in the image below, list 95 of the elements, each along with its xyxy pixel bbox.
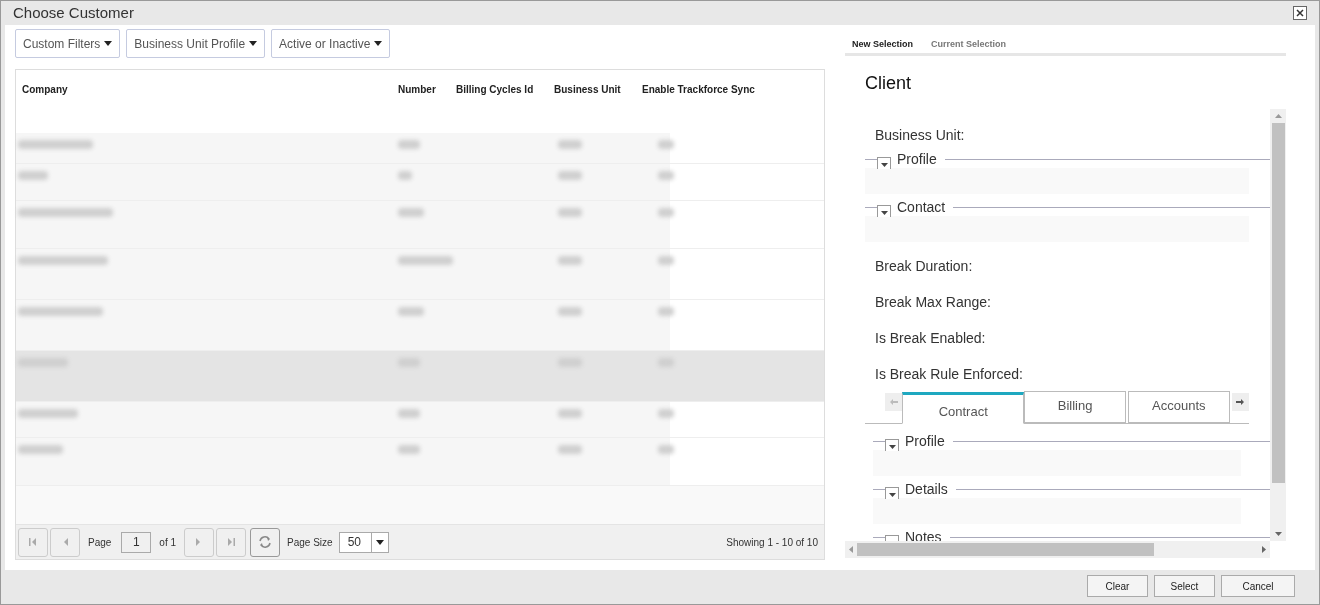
scrollbar-thumb[interactable] (857, 543, 1154, 556)
detail-title: Client (865, 72, 913, 95)
blurred-text (18, 409, 78, 418)
filter-dropdown[interactable]: Custom Filters (15, 29, 121, 58)
blurred-text (398, 307, 424, 316)
last-page-button[interactable] (216, 527, 247, 557)
table-row[interactable] (16, 201, 824, 249)
blurred-text (558, 140, 582, 149)
blurred-text (18, 171, 48, 180)
toggle-button[interactable] (885, 439, 899, 451)
horizontal-scrollbar[interactable] (845, 541, 1270, 558)
selection-tab[interactable]: New Selection (852, 37, 914, 53)
blurred-text (658, 445, 674, 454)
table-row[interactable] (16, 164, 824, 201)
blurred-text (18, 445, 63, 454)
blurred-text (658, 307, 674, 316)
caret-icon (374, 41, 383, 46)
vertical-scrollbar[interactable] (1270, 109, 1286, 541)
scroll-left-button[interactable] (885, 393, 903, 411)
page-input[interactable]: 1 (121, 531, 152, 553)
first-page-icon (28, 537, 38, 547)
scroll-right-icon (1262, 546, 1266, 553)
scroll-down-icon (1274, 532, 1282, 536)
right-arrow-icon (1236, 398, 1245, 406)
blurred-text (558, 256, 582, 265)
toggle-button[interactable] (877, 205, 891, 217)
previous-page-button[interactable] (50, 527, 80, 557)
scroll-left-icon (849, 546, 853, 553)
selection-tab[interactable]: Current Selection (931, 37, 1007, 53)
caret-icon (104, 41, 113, 46)
field-label: Break Max Range: (874, 293, 992, 312)
table-row[interactable] (16, 249, 824, 300)
blurred-text (658, 140, 674, 149)
blurred-text (398, 171, 412, 180)
blurred-text (398, 140, 420, 149)
detail-tab[interactable]: Billing (1024, 391, 1126, 423)
close-button[interactable] (1293, 6, 1307, 20)
blurred-text (658, 171, 674, 180)
column-header[interactable]: Company (16, 82, 398, 97)
record-count: Showing 1 - 10 of 10 (726, 535, 818, 550)
table-row[interactable] (16, 300, 824, 351)
column-header[interactable]: Business Unit (554, 82, 642, 97)
blurred-text (398, 256, 453, 265)
table-row[interactable] (16, 402, 824, 438)
scrollbar-thumb[interactable] (1271, 123, 1285, 483)
blurred-text (398, 208, 424, 217)
scroll-right-button[interactable] (1231, 393, 1249, 411)
blurred-text (558, 208, 582, 217)
blurred-text (398, 445, 420, 454)
table-row[interactable] (16, 133, 824, 164)
dialog-button[interactable]: Clear (1087, 575, 1148, 597)
page-label: Page (88, 535, 112, 550)
blurred-text (558, 307, 582, 316)
field-label: Is Break Rule Enforced: (874, 365, 1024, 384)
section-legend: Profile (897, 148, 945, 170)
toggle-button[interactable] (885, 487, 899, 499)
toggle-button[interactable] (877, 157, 891, 169)
section-legend: Details (905, 478, 956, 500)
dialog-button[interactable]: Cancel (1221, 575, 1295, 597)
field-label: Business Unit: (874, 126, 966, 145)
section-legend: Profile (905, 430, 953, 452)
caret-icon (249, 41, 258, 46)
table-row[interactable] (16, 351, 824, 402)
page-count: of 1 (159, 535, 177, 550)
detail-tab[interactable]: Contract (902, 392, 1025, 424)
last-page-icon (226, 537, 237, 547)
detail-tab[interactable]: Accounts (1127, 391, 1230, 423)
blurred-text (398, 409, 420, 418)
page-size-select[interactable]: 50 (338, 531, 389, 553)
blurred-text (558, 445, 582, 454)
caret-icon (375, 539, 384, 545)
table-row[interactable] (16, 438, 824, 486)
scroll-up-icon (1274, 114, 1282, 118)
field-label: Break Duration: (874, 257, 974, 276)
blurred-text (558, 409, 582, 418)
blurred-text (658, 208, 674, 217)
left-arrow-icon (889, 398, 898, 406)
dialog-button[interactable]: Select (1154, 575, 1215, 597)
column-header[interactable]: Number (398, 82, 456, 97)
refresh-icon (257, 534, 274, 550)
next-page-button[interactable] (184, 527, 215, 557)
blurred-text (658, 409, 674, 418)
first-page-button[interactable] (18, 527, 48, 557)
window-title: Choose Customer (13, 2, 134, 23)
section-legend: Contact (897, 196, 954, 218)
section-legend: Notes (905, 526, 950, 541)
filter-dropdown[interactable]: Active or Inactive (271, 29, 391, 58)
column-header[interactable]: Billing Cycles Id (456, 82, 554, 97)
field-label: Is Break Enabled: (874, 329, 987, 348)
page-size-label: Page Size (287, 535, 333, 550)
blurred-text (658, 256, 674, 265)
column-header[interactable]: Enable Trackforce Sync (642, 82, 772, 97)
blurred-text (558, 171, 582, 180)
refresh-button[interactable] (250, 527, 281, 557)
filter-dropdown[interactable]: Business Unit Profile (126, 29, 266, 58)
